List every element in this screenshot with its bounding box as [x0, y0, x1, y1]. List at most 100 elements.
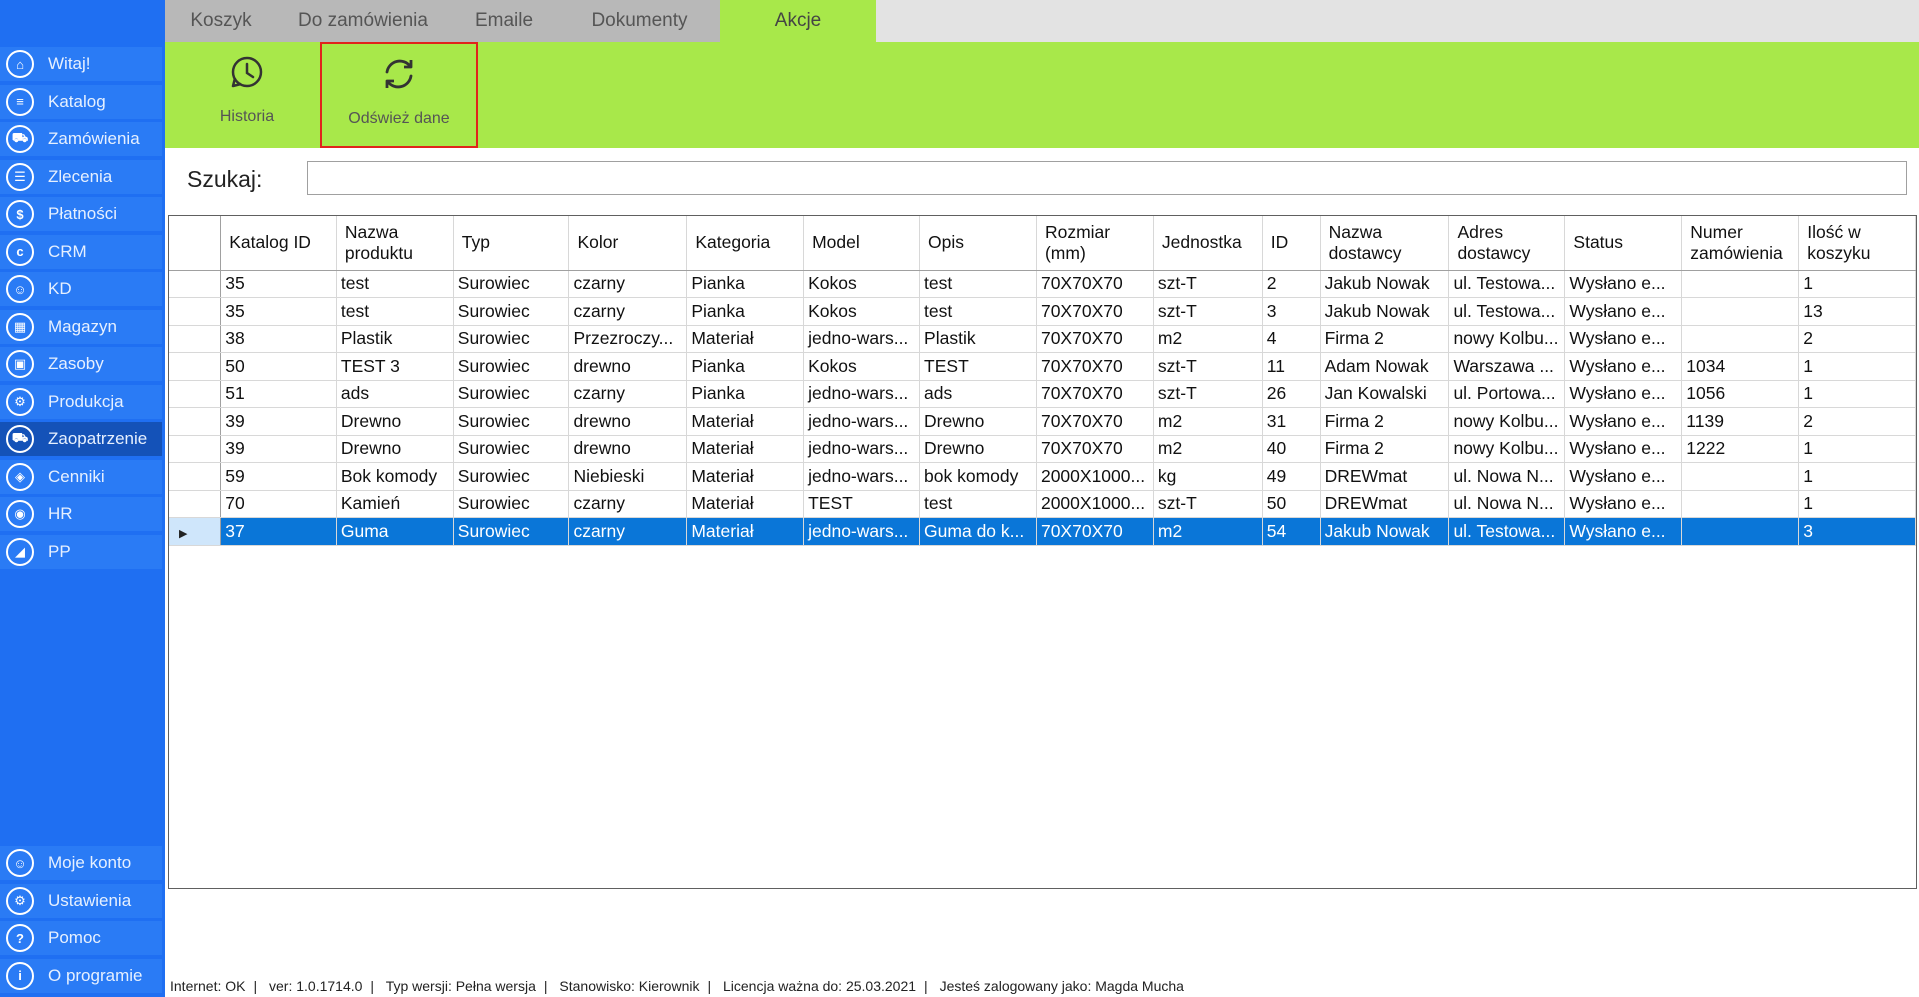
table-cell[interactable]: Surowiec	[453, 352, 570, 381]
table-cell[interactable]: 1056	[1681, 380, 1800, 408]
sidebar-item-pomoc[interactable]: ? Pomoc	[0, 921, 162, 955]
table-cell[interactable]: Warszawa ...	[1448, 352, 1566, 381]
table-cell[interactable]: 38	[220, 325, 337, 353]
table-cell[interactable]: Kamień	[336, 490, 454, 518]
table-cell[interactable]: Materiał	[686, 490, 805, 518]
table-cell[interactable]: Surowiec	[453, 407, 570, 436]
row-header[interactable]: ▶	[169, 517, 222, 546]
sidebar-item-cenniki[interactable]: ◈ Cenniki	[0, 459, 162, 494]
table-cell[interactable]: 59	[220, 462, 337, 491]
table-cell[interactable]: jedno-wars...	[803, 517, 921, 546]
table-cell[interactable]: 49	[1262, 462, 1321, 491]
row-header[interactable]	[169, 435, 222, 463]
table-cell[interactable]: 1	[1798, 490, 1916, 518]
row-header[interactable]	[169, 462, 222, 491]
table-cell[interactable]: 1034	[1681, 352, 1800, 381]
table-row[interactable]: 70 Kamień Surowiec czarny Materiał TEST test 20…	[169, 490, 1916, 518]
table-cell[interactable]: szt-T	[1153, 297, 1263, 326]
table-cell[interactable]: drewno	[568, 407, 688, 436]
table-cell[interactable]	[1681, 517, 1800, 546]
table-cell[interactable]: Surowiec	[453, 297, 570, 326]
table-cell[interactable]: czarny	[568, 297, 688, 326]
column-header[interactable]: Adres dostawcy	[1448, 216, 1566, 271]
table-cell[interactable]: nowy Kolbu...	[1448, 407, 1566, 436]
sidebar-item-witaj-[interactable]: ⌂ Witaj!	[0, 47, 162, 81]
table-cell[interactable]: 70X70X70	[1036, 270, 1154, 298]
table-cell[interactable]: 37	[220, 517, 337, 546]
tab-do-zamowienia[interactable]: Do zamówienia	[277, 0, 449, 42]
table-cell[interactable]: Wysłano e...	[1564, 325, 1683, 353]
table-cell[interactable]: Wysłano e...	[1564, 490, 1683, 518]
table-cell[interactable]: ads	[336, 380, 454, 408]
row-header[interactable]	[169, 352, 222, 381]
sidebar-item-kd[interactable]: ☺ KD	[0, 272, 162, 306]
table-cell[interactable]: test	[919, 270, 1037, 298]
table-cell[interactable]: Kokos	[803, 352, 921, 381]
sidebar-item-pp[interactable]: ◢ PP	[0, 534, 162, 569]
table-cell[interactable]: Materiał	[686, 517, 805, 546]
table-cell[interactable]: Firma 2	[1320, 435, 1450, 463]
table-cell[interactable]: 35	[220, 297, 337, 326]
table-cell[interactable]: Surowiec	[453, 490, 570, 518]
table-cell[interactable]: 2	[1798, 325, 1916, 353]
column-header[interactable]: Numer zamówienia	[1681, 216, 1800, 271]
table-cell[interactable]: 1139	[1681, 407, 1800, 436]
history-button[interactable]: Historia	[205, 42, 289, 148]
row-header[interactable]	[169, 297, 222, 326]
table-row[interactable]: 59 Bok komody Surowiec Niebieski Materiał jed…	[169, 462, 1916, 491]
sidebar-item-crm[interactable]: c CRM	[0, 234, 162, 269]
table-cell[interactable]: 50	[1262, 490, 1321, 518]
table-cell[interactable]: Drewno	[336, 407, 454, 436]
table-cell[interactable]: 11	[1262, 352, 1321, 381]
column-header[interactable]: Nazwa produktu	[336, 216, 454, 271]
table-cell[interactable]	[1681, 325, 1800, 353]
sidebar-item-zaopatrzenie[interactable]: ⛟ Zaopatrzenie	[0, 422, 162, 456]
table-cell[interactable]: 40	[1262, 435, 1321, 463]
row-header[interactable]	[169, 325, 222, 353]
table-cell[interactable]: jedno-wars...	[803, 325, 921, 353]
table-cell[interactable]: m2	[1153, 325, 1263, 353]
table-row[interactable]: 50 TEST 3 Surowiec drewno Pianka Kokos TEST 70X…	[169, 352, 1916, 381]
column-header[interactable]: Typ	[453, 216, 570, 271]
column-header[interactable]: Model	[803, 216, 921, 271]
table-cell[interactable]: kg	[1153, 462, 1263, 491]
table-cell[interactable]: Wysłano e...	[1564, 380, 1683, 408]
column-header[interactable]: Kategoria	[686, 216, 805, 271]
table-cell[interactable]: Kokos	[803, 270, 921, 298]
table-cell[interactable]: Materiał	[686, 435, 805, 463]
table-cell[interactable]: 1	[1798, 435, 1916, 463]
table-cell[interactable]: 3	[1262, 297, 1321, 326]
table-row[interactable]: 51 ads Surowiec czarny Pianka jedno-wars... ad…	[169, 380, 1916, 408]
table-cell[interactable]: test	[336, 270, 454, 298]
table-row[interactable]: 35 test Surowiec czarny Pianka Kokos test 70X70…	[169, 270, 1916, 298]
table-cell[interactable]: Guma do k...	[919, 517, 1037, 546]
table-cell[interactable]: 1	[1798, 352, 1916, 381]
table-cell[interactable]: Materiał	[686, 407, 805, 436]
table-cell[interactable]: ul. Testowa...	[1448, 517, 1566, 546]
table-cell[interactable]: Drewno	[336, 435, 454, 463]
table-cell[interactable]: Jakub Nowak	[1320, 297, 1450, 326]
table-cell[interactable]: jedno-wars...	[803, 407, 921, 436]
sidebar-item-produkcja[interactable]: ⚙ Produkcja	[0, 384, 162, 419]
table-cell[interactable]: Firma 2	[1320, 407, 1450, 436]
table-cell[interactable]: 70X70X70	[1036, 407, 1154, 436]
column-header[interactable]: Rozmiar (mm)	[1036, 216, 1154, 271]
table-cell[interactable]: 1222	[1681, 435, 1800, 463]
table-cell[interactable]: Jakub Nowak	[1320, 517, 1450, 546]
table-cell[interactable]: TEST	[919, 352, 1037, 381]
tab-koszyk[interactable]: Koszyk	[165, 0, 277, 42]
row-header[interactable]	[169, 490, 222, 518]
table-cell[interactable]: Surowiec	[453, 435, 570, 463]
table-cell[interactable]: Surowiec	[453, 517, 570, 546]
table-row[interactable]: ▶ 37 Guma Surowiec czarny Materiał jedno-wars.…	[169, 517, 1916, 546]
table-cell[interactable]: Wysłano e...	[1564, 407, 1683, 436]
table-cell[interactable]: 2	[1262, 270, 1321, 298]
table-cell[interactable]: drewno	[568, 352, 688, 381]
table-cell[interactable]: Jan Kowalski	[1320, 380, 1450, 408]
column-header[interactable]: ID	[1262, 216, 1321, 271]
table-cell[interactable]: nowy Kolbu...	[1448, 435, 1566, 463]
row-header[interactable]	[169, 407, 222, 436]
table-cell[interactable]: ul. Testowa...	[1448, 297, 1566, 326]
table-cell[interactable]: 1	[1798, 270, 1916, 298]
table-cell[interactable]	[1681, 462, 1800, 491]
